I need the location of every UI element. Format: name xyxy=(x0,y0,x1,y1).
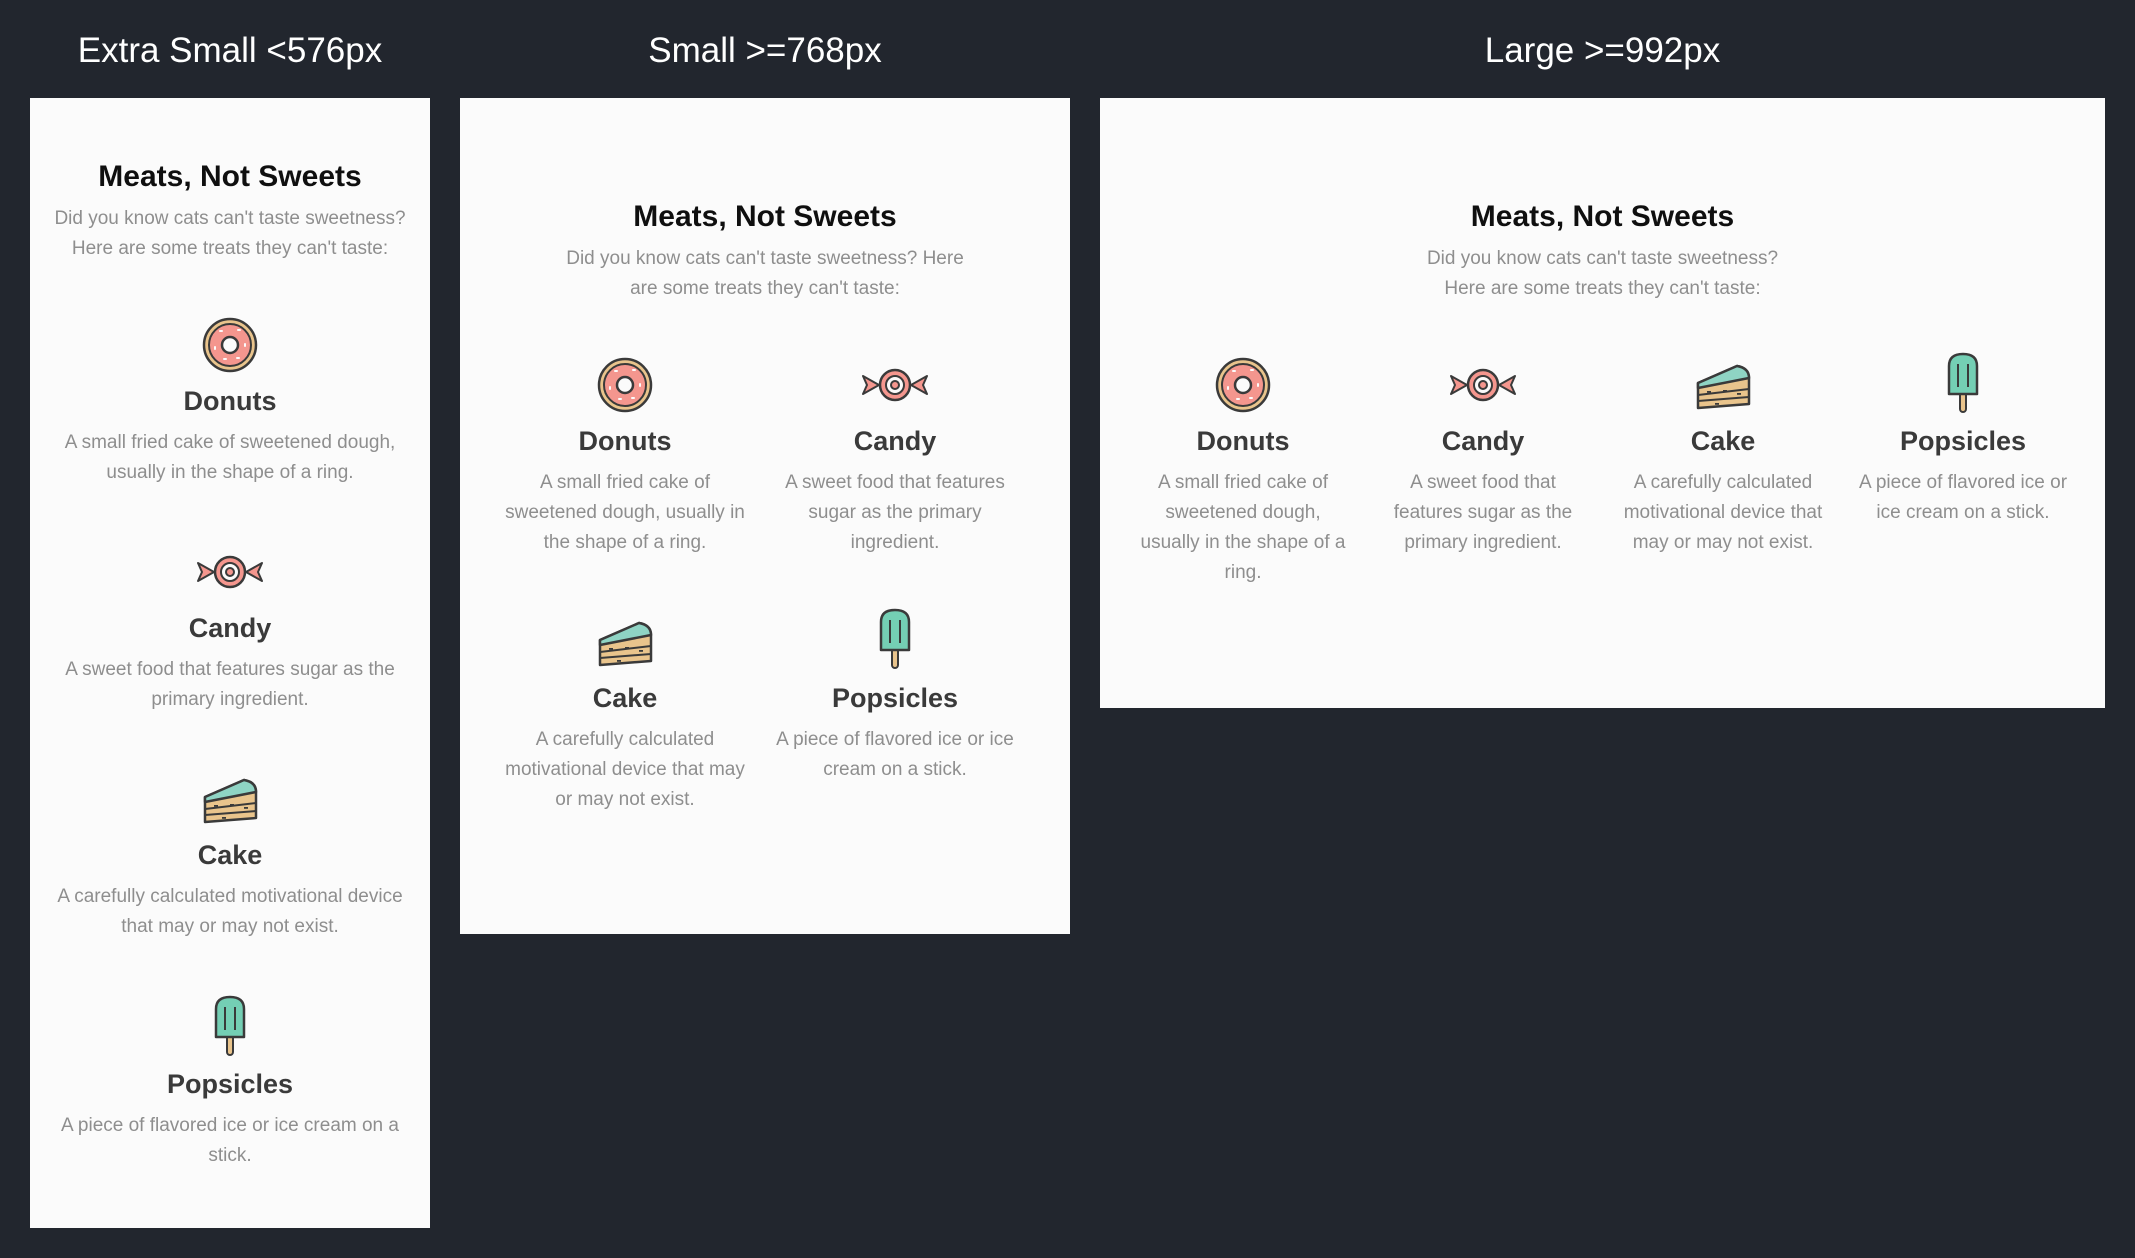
donut-icon xyxy=(1215,357,1271,413)
item-description: A small fried cake of sweetened dough, us… xyxy=(64,432,396,483)
panel-extra-small: Meats, Not Sweets Did you know cats can'… xyxy=(30,98,430,1228)
item-candy: Candy A sweet food that features sugar as… xyxy=(760,356,1030,576)
page-title: Meats, Not Sweets xyxy=(633,200,897,233)
cake-icon xyxy=(598,621,653,667)
item-name: Donuts xyxy=(578,426,672,456)
item-description: A carefully calculated motivational devic… xyxy=(1623,472,1823,553)
item-description: A carefully calculated motivational devi… xyxy=(57,886,403,937)
item-name: Candy xyxy=(1441,426,1525,456)
item-cake: Cake A carefully calculated motivational … xyxy=(490,613,760,833)
cake-icon xyxy=(203,778,258,824)
item-cake: Cake A carefully calculated motivational … xyxy=(1603,356,1843,616)
item-cake: Cake A carefully calculated motivational… xyxy=(30,770,430,950)
donut-icon xyxy=(202,317,258,373)
item-description: A sweet food that features sugar as the p… xyxy=(65,659,395,710)
item-candy: Candy A sweet food that features sugar as… xyxy=(1363,356,1603,616)
intro-text: Did you know cats can't taste sweetness?… xyxy=(566,248,964,299)
item-description: A small fried cake of sweetened dough, us… xyxy=(505,472,745,553)
cake-icon xyxy=(1696,364,1751,410)
candy-icon xyxy=(197,555,263,589)
item-name: Donuts xyxy=(1196,426,1290,456)
item-popsicles: Popsicles A piece of flavored ice or ice… xyxy=(760,608,1030,828)
item-donuts: Donuts A small fried cake of sweetened do… xyxy=(490,356,760,576)
item-name: Popsicles xyxy=(831,683,959,713)
item-name: Candy xyxy=(853,426,937,456)
intro-text: Did you know cats can't taste sweetness?… xyxy=(1426,248,1779,299)
item-description: A piece of flavored ice or ice cream on a… xyxy=(776,729,1014,780)
item-donuts: Donuts A small fried cake of sweetened d… xyxy=(30,316,430,496)
intro-text: Did you know cats can't taste sweetness?… xyxy=(54,208,406,259)
panel-small: Meats, Not Sweets Did you know cats can'… xyxy=(460,98,1070,934)
breakpoint-label-xs: Extra Small <576px xyxy=(77,31,383,70)
panel-large: Meats, Not Sweets Did you know cats can'… xyxy=(1100,98,2105,708)
item-description: A carefully calculated motivational devic… xyxy=(505,729,745,810)
item-description: A sweet food that features sugar as the pr… xyxy=(1393,472,1573,553)
item-donuts: Donuts A small fried cake of sweetened do… xyxy=(1123,356,1363,616)
popsicle-icon xyxy=(1947,352,1979,413)
breakpoint-label-lg: Large >=992px xyxy=(1484,31,1721,70)
item-description: A piece of flavored ice or ice cream on a… xyxy=(1858,472,2068,523)
item-description: A small fried cake of sweetened dough, usu… xyxy=(1140,472,1346,583)
item-popsicles: Popsicles A piece of flavored ice or ice… xyxy=(30,995,430,1175)
item-name: Popsicles xyxy=(1899,426,2027,456)
item-name: Cake xyxy=(1690,426,1756,456)
responsive-showcase: Extra Small <576px Small >=768px Large >… xyxy=(0,0,2135,1258)
item-name: Cake xyxy=(592,683,658,713)
item-name: Candy xyxy=(188,613,272,643)
candy-icon xyxy=(862,368,928,402)
popsicle-icon xyxy=(214,995,246,1056)
candy-icon xyxy=(1450,368,1516,402)
donut-icon xyxy=(597,357,653,413)
item-description: A piece of flavored ice or ice cream on … xyxy=(61,1115,399,1166)
item-name: Donuts xyxy=(183,386,277,416)
popsicle-icon xyxy=(879,608,911,669)
item-popsicles: Popsicles A piece of flavored ice or ice … xyxy=(1843,352,2083,612)
item-candy: Candy A sweet food that features sugar a… xyxy=(30,543,430,723)
item-name: Popsicles xyxy=(166,1069,294,1099)
breakpoint-label-sm: Small >=768px xyxy=(648,31,882,70)
item-name: Cake xyxy=(197,840,263,870)
page-title: Meats, Not Sweets xyxy=(98,160,362,193)
page-title: Meats, Not Sweets xyxy=(1470,200,1735,233)
item-description: A sweet food that features sugar as the p… xyxy=(785,472,1005,553)
